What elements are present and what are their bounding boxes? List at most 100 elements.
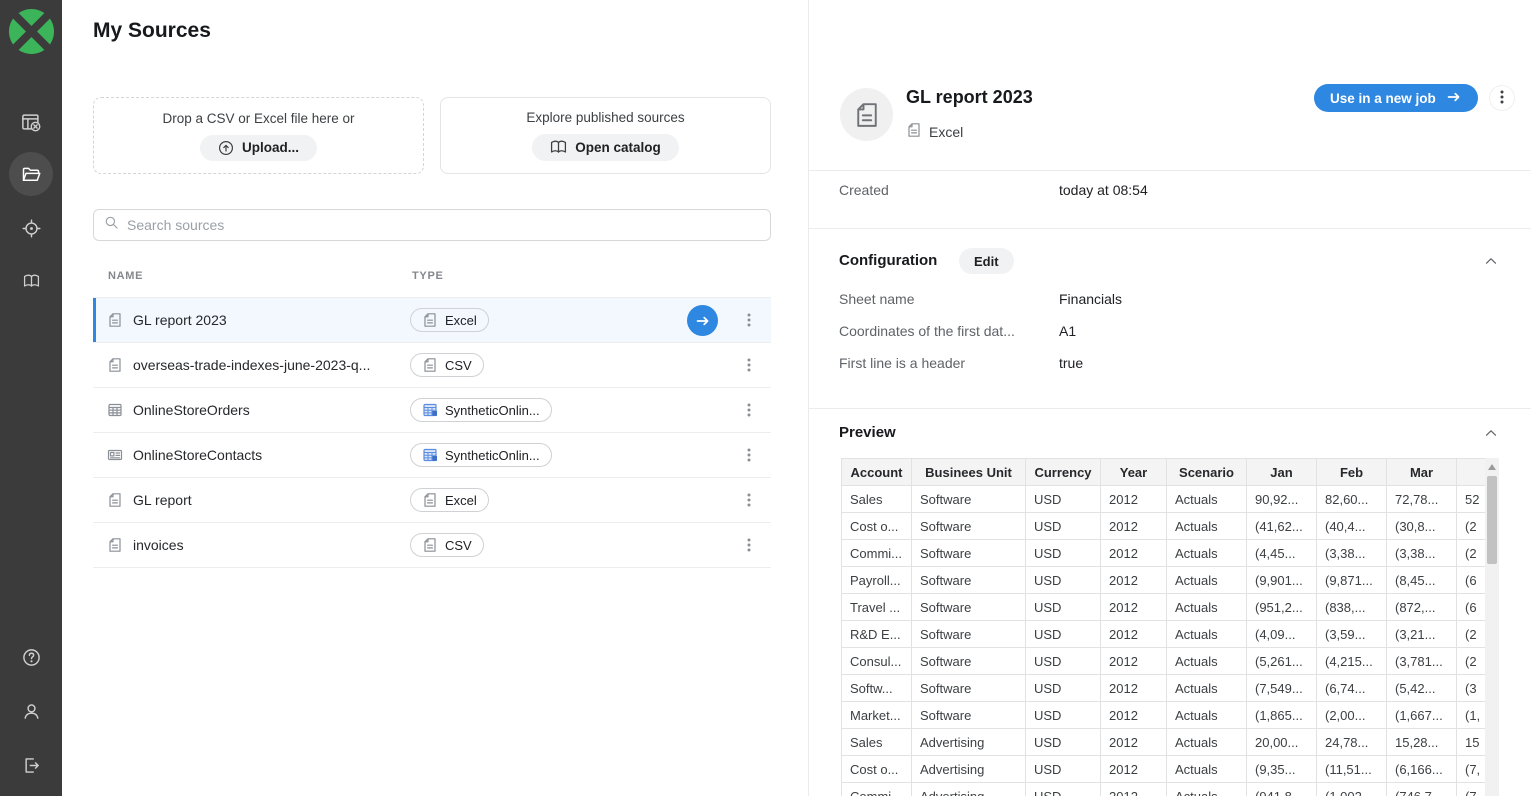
preview-cell: Software — [912, 648, 1026, 675]
row-menu-button[interactable] — [740, 491, 758, 509]
preview-cell: 24,78... — [1317, 729, 1387, 756]
sidebar-item-destinations[interactable] — [0, 206, 62, 250]
preview-cell: (6 — [1457, 567, 1486, 594]
row-menu-button[interactable] — [740, 446, 758, 464]
source-row[interactable]: GL report 2023Excel — [93, 298, 771, 343]
preview-collapse-button[interactable] — [1481, 424, 1501, 444]
arrow-right-icon — [1446, 89, 1462, 108]
source-type-label: Excel — [445, 313, 477, 328]
preview-cell: Commi... — [842, 540, 912, 567]
scroll-up-arrow-icon[interactable] — [1488, 464, 1496, 470]
source-type-badge: CSV — [410, 353, 484, 377]
sidebar-item-sources[interactable] — [0, 152, 62, 196]
row-menu-button[interactable] — [740, 401, 758, 419]
preview-table-scrollbar[interactable] — [1485, 458, 1499, 796]
preview-cell: 2012 — [1101, 621, 1167, 648]
source-type-badge: SyntheticOnlin... — [410, 443, 552, 467]
preview-cell: Software — [912, 702, 1026, 729]
open-catalog-label: Open catalog — [575, 140, 661, 155]
detail-menu-button[interactable] — [1489, 85, 1515, 111]
row-menu-button[interactable] — [740, 536, 758, 554]
preview-cell: (838,... — [1317, 594, 1387, 621]
sidebar-item-jobs[interactable] — [0, 100, 62, 144]
detail-pane: GL report 2023 Excel Use in a new job Cr… — [808, 0, 1531, 796]
preview-cell: Software — [912, 513, 1026, 540]
card-icon — [107, 447, 123, 463]
preview-cell: Software — [912, 540, 1026, 567]
preview-cell: 2012 — [1101, 729, 1167, 756]
app-logo[interactable] — [8, 8, 55, 55]
config-label: Sheet name — [839, 291, 915, 307]
search-input[interactable] — [127, 217, 760, 233]
grid-blue-icon — [422, 402, 438, 418]
config-value: Financials — [1059, 291, 1122, 307]
source-row[interactable]: OnlineStoreContacts SyntheticOnlin... — [93, 433, 771, 478]
preview-cell: USD — [1026, 756, 1101, 783]
logout-icon — [22, 756, 41, 775]
preview-cell: 2012 — [1101, 702, 1167, 729]
preview-col-header: Account — [842, 459, 912, 486]
preview-cell: (9,35... — [1247, 756, 1317, 783]
scrollbar-thumb[interactable] — [1487, 476, 1497, 564]
search-box — [93, 209, 771, 241]
row-menu-button[interactable] — [740, 356, 758, 374]
preview-cell: 52 — [1457, 486, 1486, 513]
preview-cell: Advertising — [912, 729, 1026, 756]
preview-cell: Consul... — [842, 648, 912, 675]
catalog-prompt: Explore published sources — [526, 110, 684, 125]
preview-cell: (11,51... — [1317, 756, 1387, 783]
preview-cell: Sales — [842, 486, 912, 513]
row-menu-button[interactable] — [740, 311, 758, 329]
sidebar-item-logout[interactable] — [0, 743, 62, 787]
preview-col-header: Jan — [1247, 459, 1317, 486]
use-in-new-job-button[interactable]: Use in a new job — [1314, 84, 1478, 112]
source-name: OnlineStoreContacts — [133, 447, 262, 463]
upload-circle-icon — [218, 140, 234, 156]
preview-cell: Actuals — [1167, 486, 1247, 513]
detail-type: Excel — [906, 122, 963, 141]
sidebar-item-catalog[interactable] — [0, 259, 62, 303]
upload-button[interactable]: Upload... — [200, 135, 317, 161]
source-row[interactable]: overseas-trade-indexes-june-2023-q...CSV — [93, 343, 771, 388]
preview-row: R&D E...SoftwareUSD2012Actuals(4,09...(3… — [842, 621, 1486, 648]
upload-dropzone[interactable]: Drop a CSV or Excel file here or Upload.… — [93, 97, 424, 174]
app-canvas: My Sources Drop a CSV or Excel file here… — [0, 0, 1531, 796]
preview-cell: (872,... — [1387, 594, 1457, 621]
preview-cell: Advertising — [912, 783, 1026, 796]
preview-cell: Payroll... — [842, 567, 912, 594]
sidebar-item-help[interactable] — [0, 635, 62, 679]
source-type-label: CSV — [445, 538, 472, 553]
grid-icon — [107, 402, 123, 418]
preview-cell: (3,59... — [1317, 621, 1387, 648]
source-row[interactable]: OnlineStoreOrdersSyntheticOnlin... — [93, 388, 771, 433]
source-name: GL report — [133, 492, 192, 508]
preview-cell: Travel ... — [842, 594, 912, 621]
preview-cell: 2012 — [1101, 648, 1167, 675]
list-column-headers: NAME TYPE — [93, 266, 771, 288]
doc-icon — [422, 357, 438, 373]
preview-cell: (3,781... — [1387, 648, 1457, 675]
preview-cell: (6 — [1457, 594, 1486, 621]
configuration-title: Configuration — [839, 252, 937, 269]
preview-cell: (8,45... — [1387, 567, 1457, 594]
preview-cell: Softw... — [842, 675, 912, 702]
preview-cell: 2012 — [1101, 594, 1167, 621]
configuration-collapse-button[interactable] — [1481, 252, 1501, 272]
preview-col-header: Feb — [1317, 459, 1387, 486]
preview-cell: (1, — [1457, 702, 1486, 729]
source-row[interactable]: GL report Excel — [93, 478, 771, 523]
doc-icon — [107, 357, 123, 373]
preview-cell: USD — [1026, 702, 1101, 729]
preview-cell: (1,865... — [1247, 702, 1317, 729]
preview-cell: 2012 — [1101, 675, 1167, 702]
open-catalog-button[interactable]: Open catalog — [532, 134, 679, 161]
edit-configuration-button[interactable]: Edit — [959, 248, 1014, 274]
open-source-button[interactable] — [687, 305, 718, 336]
sidebar-item-account[interactable] — [0, 689, 62, 733]
preview-row: Cost o...AdvertisingUSD2012Actuals(9,35.… — [842, 756, 1486, 783]
source-name: OnlineStoreOrders — [133, 402, 250, 418]
preview-cell: (3,38... — [1317, 540, 1387, 567]
source-row[interactable]: invoicesCSV — [93, 523, 771, 568]
source-type-badge: Excel — [410, 488, 489, 512]
preview-cell: (7,549... — [1247, 675, 1317, 702]
